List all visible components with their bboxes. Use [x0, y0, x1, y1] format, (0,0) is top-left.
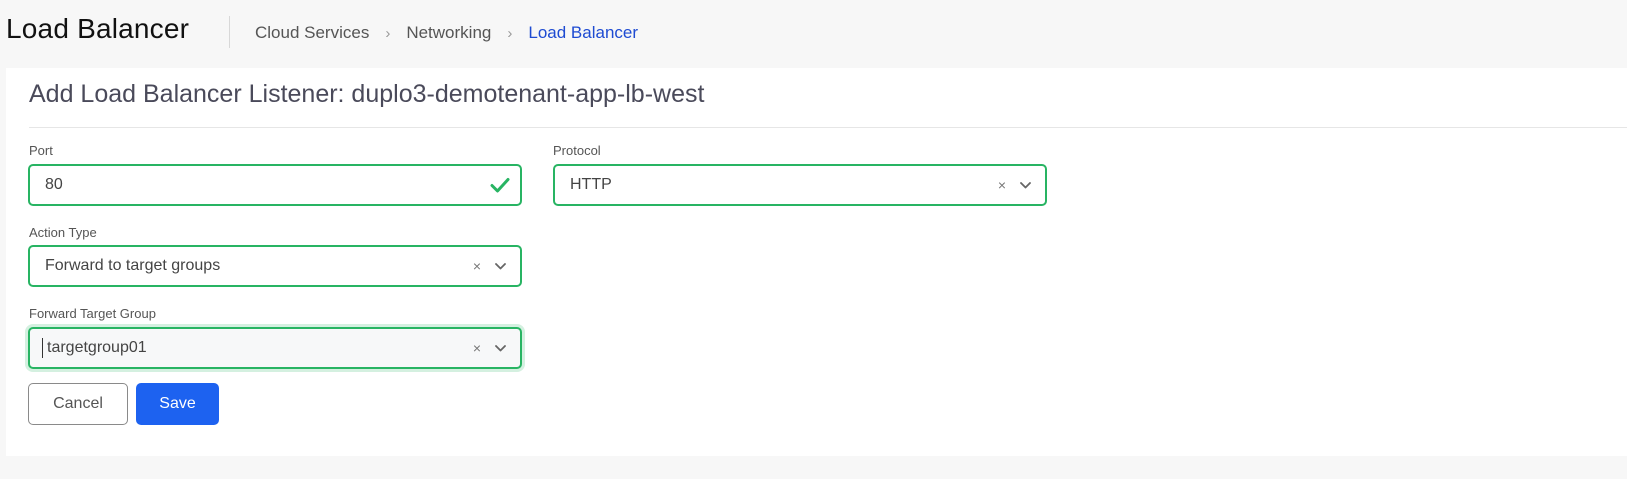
- port-value: 80: [45, 176, 63, 193]
- chevron-down-icon[interactable]: [495, 262, 506, 270]
- save-button[interactable]: Save: [136, 383, 219, 425]
- forward-target-group-select[interactable]: targetgroup01 ×: [28, 327, 522, 369]
- page-header: Load Balancer Cloud Services › Networkin…: [0, 0, 1627, 66]
- chevron-right-icon: ›: [385, 24, 391, 42]
- cancel-button[interactable]: Cancel: [28, 383, 128, 425]
- clear-icon[interactable]: ×: [473, 340, 481, 356]
- chevron-down-icon[interactable]: [495, 344, 506, 352]
- chevron-right-icon: ›: [507, 24, 513, 42]
- action-type-select[interactable]: Forward to target groups ×: [28, 245, 522, 287]
- clear-icon[interactable]: ×: [473, 258, 481, 274]
- action-type-label: Action Type: [29, 225, 97, 240]
- protocol-value: HTTP: [570, 176, 612, 193]
- breadcrumb-load-balancer[interactable]: Load Balancer: [528, 23, 638, 43]
- header-divider: [229, 16, 230, 48]
- port-label: Port: [29, 143, 53, 158]
- protocol-select[interactable]: HTTP ×: [553, 164, 1047, 206]
- form-divider: [29, 127, 1627, 128]
- clear-icon[interactable]: ×: [998, 177, 1006, 193]
- page-title: Load Balancer: [6, 13, 190, 44]
- form-card: Add Load Balancer Listener: duplo3-demot…: [6, 68, 1627, 456]
- breadcrumb-cloud-services[interactable]: Cloud Services: [255, 23, 369, 43]
- text-caret: [42, 338, 43, 358]
- check-icon: [490, 178, 510, 193]
- form-title: Add Load Balancer Listener: duplo3-demot…: [29, 80, 705, 108]
- chevron-down-icon[interactable]: [1020, 181, 1031, 189]
- breadcrumb-networking[interactable]: Networking: [406, 23, 491, 43]
- port-input[interactable]: 80: [28, 164, 522, 206]
- forward-target-group-value: targetgroup01: [47, 339, 147, 356]
- breadcrumb: Cloud Services › Networking › Load Balan…: [255, 23, 638, 43]
- forward-target-group-label: Forward Target Group: [29, 306, 156, 321]
- action-type-value: Forward to target groups: [45, 257, 221, 274]
- protocol-label: Protocol: [553, 143, 601, 158]
